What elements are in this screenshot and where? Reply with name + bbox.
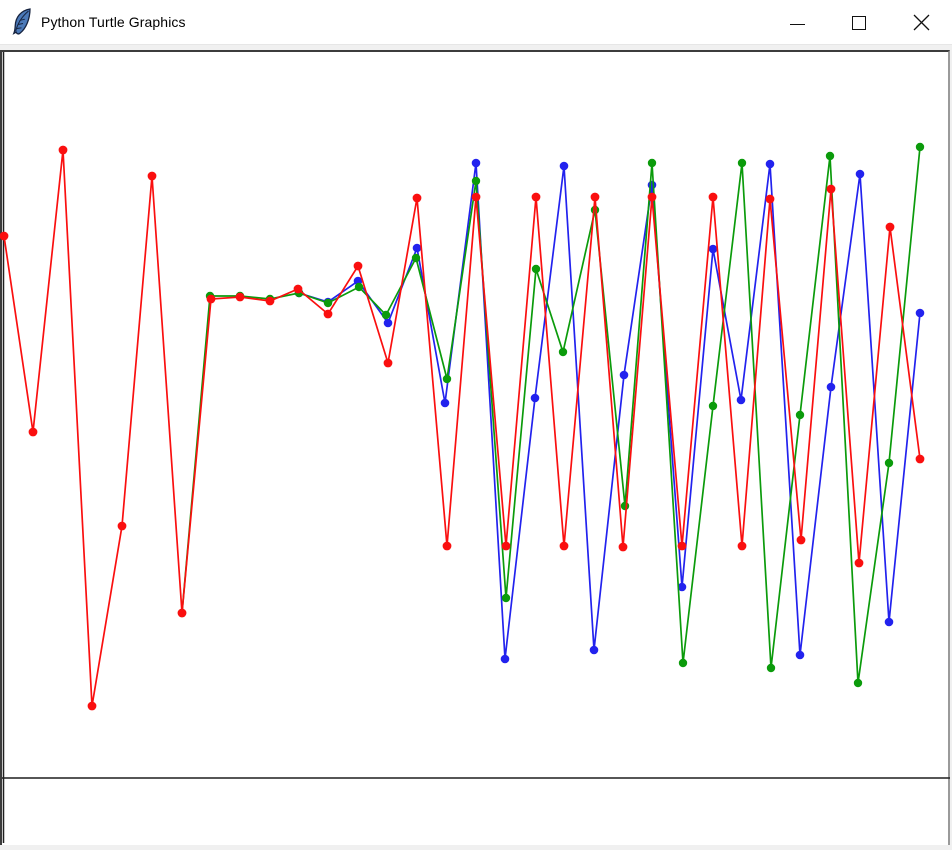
window-controls [766,0,952,45]
blue-series-dot [472,159,481,168]
blue-series-dot [560,162,569,171]
red-series-dot [709,193,718,202]
red-series-dot [354,262,363,271]
blue-series-dot [885,618,894,627]
green-series-dot [502,594,510,602]
red-series-dot [148,172,157,181]
red-series-dot [178,609,187,618]
blue-series-dot [384,319,393,328]
close-button[interactable] [890,0,952,45]
red-series-dot [502,542,511,551]
green-series-dot [532,265,540,273]
maximize-button[interactable] [828,0,890,45]
red-series-dot [29,428,38,437]
green-series-dot [854,679,862,687]
blue-series-dot [766,160,775,169]
green-series-dot [443,375,451,383]
blue-series-dot [737,396,746,405]
maximize-icon [852,16,866,30]
red-series-dot [916,455,925,464]
green-series-dot [767,664,775,672]
red-series-dot [88,702,97,711]
green-series-dot [559,348,567,356]
red-series-dot [591,193,600,202]
green-series-dot [796,411,804,419]
red-series-dot [472,193,481,202]
red-series-dot [797,536,806,545]
green-series-dot [648,159,656,167]
blue-series-dot [620,371,629,380]
close-icon [913,14,930,31]
red-series-dot [294,285,303,294]
plot-svg [0,0,952,850]
green-series-dot [382,311,390,319]
red-series-dot [532,193,541,202]
red-series-dot [443,542,452,551]
green-series-dot [621,502,629,510]
red-series-line [4,150,920,706]
title-bar: Python Turtle Graphics [0,0,952,45]
red-series-dot [766,195,775,204]
turtle-graphics-window: Python Turtle Graphics [0,0,952,850]
red-series-dot [738,542,747,551]
green-series-dot [826,152,834,160]
red-series-dot [678,542,687,551]
blue-series-dot [413,244,422,253]
minimize-button[interactable] [766,0,828,45]
tk-feather-icon [11,7,33,37]
red-series-dot [236,293,245,302]
blue-series-dot [441,399,450,408]
red-series-dot [324,310,333,319]
blue-series-dot [501,655,510,664]
green-series-dot [916,143,924,151]
red-series-dot [59,146,68,155]
red-series-dot [560,542,569,551]
red-series-dot [648,193,657,202]
red-series-dot [886,223,895,232]
window-title: Python Turtle Graphics [41,14,186,30]
green-series-dot [472,177,480,185]
red-series-dot [118,522,127,531]
green-series-line [182,147,920,683]
minimize-icon [790,24,805,25]
red-series-dot [384,359,393,368]
blue-series-dot [856,170,865,179]
blue-series-dot [709,245,718,254]
red-series-dot [855,559,864,568]
red-series-dot [266,297,275,306]
red-series-dot [619,543,628,552]
red-series-dot [413,194,422,203]
green-series-dot [738,159,746,167]
blue-series-dot [531,394,540,403]
red-series-dot [207,295,216,304]
green-series-dot [885,459,893,467]
red-series-dot [0,232,8,241]
green-series-dot [324,299,332,307]
blue-series-dot [796,651,805,660]
blue-series-dot [590,646,599,655]
green-series-dot [709,402,717,410]
red-series-dot [827,185,836,194]
blue-series-dot [648,181,657,190]
green-series-dot [355,283,363,291]
green-series-dot [679,659,687,667]
green-series-dot [412,254,420,262]
blue-series-dot [827,383,836,392]
blue-series-dot [916,309,925,318]
